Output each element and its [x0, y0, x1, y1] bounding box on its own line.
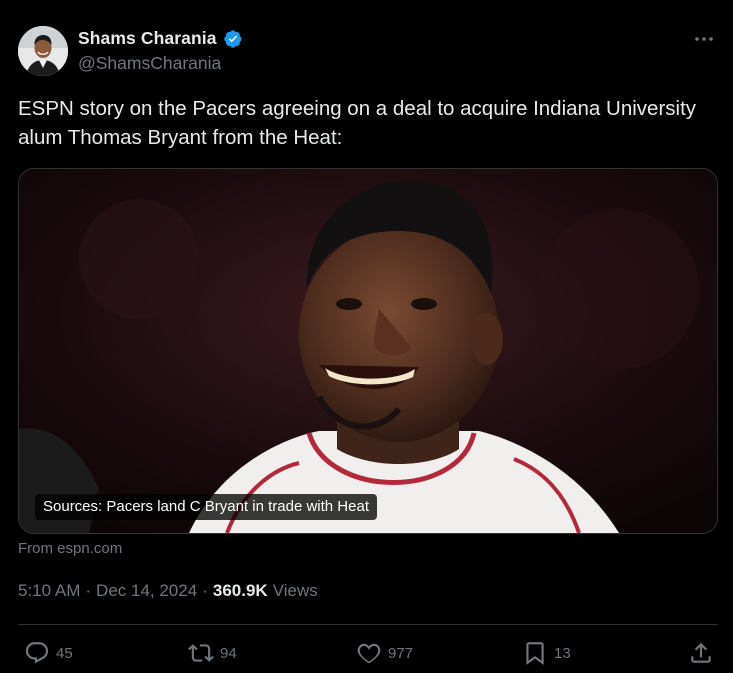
like-count: 977	[388, 644, 414, 662]
divider	[18, 624, 718, 625]
tweet-date[interactable]: Dec 14, 2024	[96, 581, 197, 601]
repost-count: 94	[220, 644, 237, 662]
views-label: Views	[272, 581, 318, 600]
author-name-row: Shams Charania	[78, 28, 243, 49]
reply-icon	[24, 640, 50, 666]
like-button[interactable]: 977	[356, 640, 413, 666]
share-button[interactable]	[688, 640, 714, 666]
avatar[interactable]	[18, 26, 68, 76]
card-image	[19, 169, 717, 533]
share-icon	[688, 640, 714, 666]
author-handle[interactable]: @ShamsCharania	[78, 53, 221, 74]
tweet: Shams Charania @ShamsCharania ESPN story…	[0, 0, 733, 673]
meta-separator: ·	[202, 581, 208, 600]
card-source-link[interactable]: From espn.com	[18, 540, 122, 557]
verified-icon[interactable]	[223, 29, 243, 49]
tweet-meta: 5:10 AM · Dec 14, 2024 · 360.9K Views	[18, 581, 318, 601]
more-icon[interactable]	[693, 28, 715, 50]
card-caption: Sources: Pacers land C Bryant in trade w…	[35, 494, 377, 520]
meta-separator: ·	[85, 581, 92, 600]
reply-count: 45	[56, 644, 73, 662]
like-icon	[356, 640, 382, 666]
repost-icon	[188, 640, 214, 666]
bookmark-button[interactable]: 13	[522, 640, 571, 666]
reply-button[interactable]: 45	[24, 640, 73, 666]
bookmark-count: 13	[554, 644, 571, 662]
tweet-time[interactable]: 5:10 AM	[18, 581, 80, 601]
views-count: 360.9K	[212, 581, 268, 600]
bookmark-icon	[522, 640, 548, 666]
repost-button[interactable]: 94	[188, 640, 237, 666]
tweet-text: ESPN story on the Pacers agreeing on a d…	[18, 97, 697, 149]
action-bar: 45 94 977 13	[0, 640, 733, 670]
link-card[interactable]: Sources: Pacers land C Bryant in trade w…	[18, 168, 718, 534]
author-display-name[interactable]: Shams Charania	[78, 28, 217, 49]
